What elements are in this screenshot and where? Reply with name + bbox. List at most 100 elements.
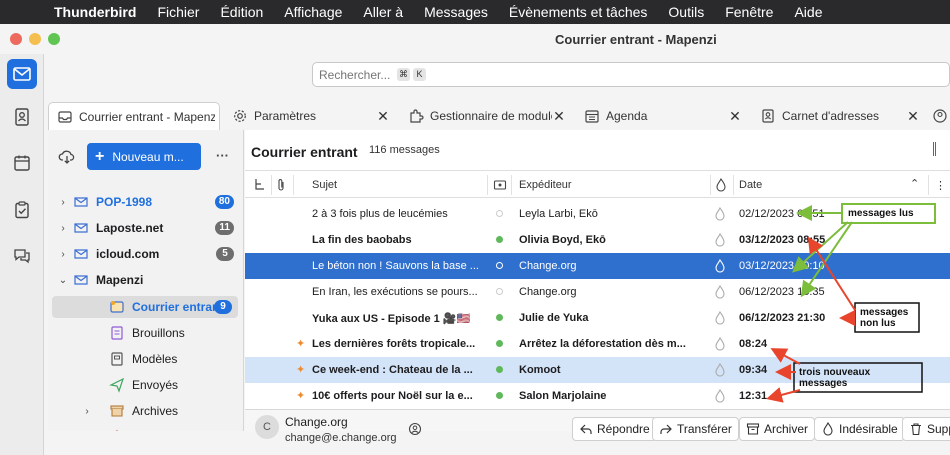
junk-button[interactable]: Indésirable [814, 417, 905, 441]
unread-dot-icon[interactable] [496, 314, 503, 321]
chevron-right-icon[interactable]: › [58, 197, 68, 208]
menu-fenetre[interactable]: Fenêtre [725, 4, 773, 20]
delete-button[interactable]: Supp [902, 417, 950, 441]
contact-icon[interactable] [408, 422, 422, 436]
read-dot-icon[interactable] [496, 288, 503, 295]
folder-icloud-com[interactable]: › icloud.com 5 [48, 243, 243, 265]
thread-column-icon[interactable] [253, 178, 267, 192]
reply-button[interactable]: Répondre [572, 417, 657, 441]
menu-edition[interactable]: Édition [220, 4, 263, 20]
minimize-window-button[interactable] [29, 33, 41, 45]
folder-mod-les[interactable]: Modèles [48, 348, 243, 370]
junk-column-icon[interactable] [715, 178, 727, 192]
folder-ind-sirables[interactable]: Indésirables [48, 426, 243, 431]
sender-email[interactable]: change@e.change.org [285, 432, 396, 444]
sender-column-header[interactable]: Expéditeur [519, 179, 572, 191]
junk-status-icon[interactable] [714, 311, 726, 325]
account-icon [74, 223, 88, 233]
chevron-right-icon[interactable]: › [58, 249, 68, 260]
junk-status-icon[interactable] [714, 285, 726, 299]
sender-name[interactable]: Change.org [285, 415, 348, 429]
chevron-right-icon[interactable]: › [82, 406, 92, 417]
folder-laposte-net[interactable]: › Laposte.net 11 [48, 217, 243, 239]
subject-column-header[interactable]: Sujet [312, 179, 337, 191]
tab-agenda[interactable]: Agenda ✕ [576, 102, 746, 130]
folder-pop-1998[interactable]: › POP-1998 80 [48, 191, 243, 213]
folder-pane-menu-button[interactable]: ··· [216, 148, 229, 163]
menu-evenements[interactable]: Évènements et tâches [509, 4, 648, 20]
get-messages-icon[interactable] [58, 148, 76, 166]
folder-courrier-entrant[interactable]: Courrier entrant 9 [52, 296, 238, 318]
menu-aide[interactable]: Aide [794, 4, 822, 20]
calendar-space-button[interactable] [7, 148, 37, 178]
folder-title: Courrier entrant [251, 144, 358, 160]
close-icon[interactable]: ✕ [552, 109, 566, 123]
folder-mapenzi[interactable]: ⌄ Mapenzi [48, 269, 243, 291]
close-icon[interactable]: ✕ [376, 109, 390, 123]
close-icon[interactable]: ✕ [728, 109, 742, 123]
tasks-space-button[interactable] [7, 195, 37, 225]
junk-status-icon[interactable] [714, 207, 726, 221]
column-picker-icon[interactable]: ⋮ [935, 179, 946, 192]
tab-address-book[interactable]: Carnet d'adresses ✕ [752, 102, 924, 130]
forward-button[interactable]: Transférer [652, 417, 739, 441]
date-column-header[interactable]: Date [739, 179, 762, 191]
new-message-icon: ✦ [296, 364, 306, 376]
read-status-column-icon[interactable] [493, 178, 507, 192]
close-window-button[interactable] [10, 33, 22, 45]
folder-label: Archives [132, 404, 179, 418]
chevron-right-icon[interactable]: › [58, 223, 68, 234]
junk-status-icon[interactable] [714, 259, 726, 273]
message-row[interactable]: En Iran, les exécutions se pours... Chang… [245, 279, 950, 305]
mail-space-button[interactable] [7, 59, 37, 89]
menu-affichage[interactable]: Affichage [284, 4, 342, 20]
junk-status-icon[interactable] [714, 363, 726, 377]
junk-status-icon[interactable] [714, 233, 726, 247]
message-subject: Ce week-end : Chateau de la ... [312, 364, 473, 376]
tab-label: Gestionnaire de modules [430, 109, 552, 123]
menu-outils[interactable]: Outils [668, 4, 704, 20]
search-input[interactable] [319, 67, 397, 82]
close-icon[interactable]: ✕ [906, 109, 920, 123]
menu-messages[interactable]: Messages [424, 4, 488, 20]
chevron-down-icon[interactable]: ⌄ [58, 275, 68, 286]
new-message-button[interactable]: + Nouveau m... [87, 143, 201, 170]
unread-dot-icon[interactable] [496, 366, 503, 373]
menu-aller[interactable]: Aller à [363, 4, 403, 20]
address-book-icon [15, 108, 29, 126]
message-row[interactable]: La fin des baobabs Olivia Boyd, Ekō 03/12/… [245, 227, 950, 253]
cmd-key-hint: ⌘ [397, 68, 410, 81]
menu-app[interactable]: Thunderbird [54, 4, 136, 20]
chat-space-button[interactable] [7, 241, 37, 271]
tab-settings[interactable]: Paramètres ✕ [224, 102, 394, 130]
message-date: 06/12/2023 15:35 [739, 286, 825, 298]
global-search[interactable]: ⌘ K [312, 62, 950, 87]
message-row[interactable]: Le béton non ! Sauvons la base ... Change… [245, 253, 950, 279]
read-dot-icon[interactable] [496, 262, 503, 269]
unread-dot-icon[interactable] [496, 392, 503, 399]
attachment-icon[interactable] [275, 178, 287, 192]
menu-fichier[interactable]: Fichier [157, 4, 199, 20]
tab-account[interactable] [928, 102, 950, 130]
unread-dot-icon[interactable] [496, 340, 503, 347]
tab-addons[interactable]: Gestionnaire de modules ✕ [400, 102, 570, 130]
message-date: 08:24 [739, 338, 768, 350]
display-options-icon[interactable] [933, 142, 936, 156]
folder-label: Modèles [132, 352, 178, 366]
folder-envoy-s[interactable]: Envoyés [48, 374, 243, 396]
junk-status-icon[interactable] [714, 389, 726, 403]
tab-inbox[interactable]: Courrier entrant - Mapenzi [48, 102, 220, 130]
junk-status-icon[interactable] [714, 337, 726, 351]
message-row[interactable]: ✦ Les dernières forêts tropicale... Arrête… [245, 331, 950, 357]
zoom-window-button[interactable] [48, 33, 60, 45]
account-icon [74, 249, 88, 259]
read-dot-icon[interactable] [496, 210, 503, 217]
folder-archives[interactable]: › Archives [48, 400, 243, 422]
archive-button[interactable]: Archiver [739, 417, 816, 441]
folder-brouillons[interactable]: Brouillons [48, 322, 243, 344]
message-row[interactable]: Yuka aux US - Episode 1 🎥🇺🇸 Julie de Yuka… [245, 305, 950, 331]
tab-label: Carnet d'adresses [782, 109, 880, 123]
unread-dot-icon[interactable] [496, 236, 503, 243]
address-book-space-button[interactable] [7, 102, 37, 132]
archive-icon [110, 405, 124, 417]
